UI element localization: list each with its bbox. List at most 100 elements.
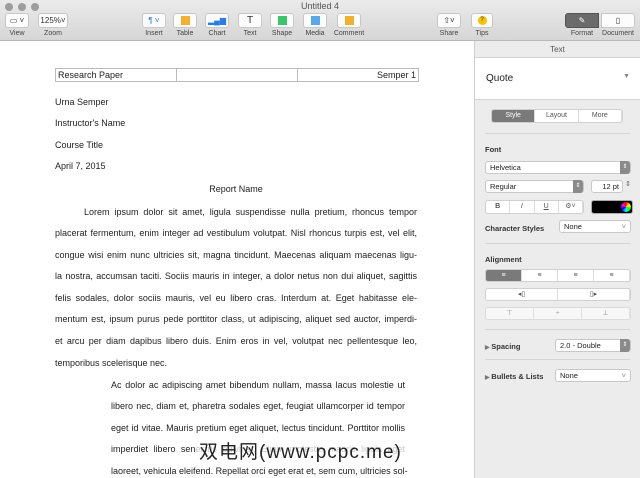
bullets-select[interactable]: None ˅ (555, 369, 631, 382)
paragraph-line[interactable]: la nostra, accumsan taciti. Sociis mauri… (55, 271, 417, 281)
underline-button[interactable]: U (535, 201, 559, 213)
document-button[interactable]: ▯ Document (599, 13, 637, 37)
chevron-down-icon: ▼ (623, 73, 630, 80)
divider (485, 329, 630, 330)
comment-button[interactable]: Comment (333, 13, 365, 37)
tab-style[interactable]: Style (492, 110, 536, 122)
media-button[interactable]: Media (303, 13, 327, 37)
vertical-alignment-buttons: ⊤ ÷ ⊥ (485, 307, 631, 320)
italic-button[interactable]: I (510, 201, 535, 213)
paragraph-line[interactable]: congue wisi enim nunc ultricies sit, mag… (55, 250, 417, 260)
chart-button[interactable]: ▂▄▆ Chart (205, 13, 229, 37)
shape-button[interactable]: Shape (270, 13, 294, 37)
font-size-field[interactable]: 12 pt (591, 180, 623, 193)
tips-button[interactable]: ? Tips (470, 13, 494, 37)
font-size-stepper[interactable]: ⇕ (625, 180, 631, 188)
page-header[interactable]: Research Paper Semper 1 (55, 68, 419, 82)
view-icon: ▭ ˅ (5, 13, 29, 28)
text-color-well[interactable] (591, 200, 633, 214)
typeface-value: Regular (490, 182, 517, 191)
tab-more[interactable]: More (579, 110, 622, 122)
author-name[interactable]: Urna Semper (55, 97, 109, 107)
typeface-select[interactable]: Regular ⇕ (485, 180, 584, 193)
paragraph-icon: ¶ ˅ (142, 13, 166, 28)
sidebar-tabs: Style Layout More (491, 109, 623, 123)
decrease-indent-button[interactable]: ◂▯ (486, 289, 558, 300)
character-styles-select[interactable]: None ˅ (559, 220, 631, 233)
indent-buttons: ◂▯ ▯▸ (485, 288, 631, 301)
paragraph-line[interactable]: felis sodales, dolor sociis mauris, vel … (55, 293, 417, 303)
character-styles-value: None (564, 222, 582, 231)
spacing-label[interactable]: ▶ Spacing (485, 342, 520, 351)
character-styles-label: Character Styles (485, 224, 545, 233)
justify-button[interactable]: ≡ (594, 270, 630, 281)
paragraph-line[interactable]: Lorem ipsum dolor sit amet, ligula suspe… (84, 207, 417, 217)
paragraph-line[interactable]: placerat fermentum, enim integer ad vest… (55, 228, 417, 238)
text-icon: T (238, 13, 262, 28)
view-button[interactable]: ▭ ˅ View (4, 13, 30, 37)
quote-line[interactable]: libero nec, diam et, pharetra sodales eg… (111, 401, 405, 411)
date[interactable]: April 7, 2015 (55, 161, 106, 171)
watermark: 双电网(www.pcpc.me) (195, 437, 406, 464)
tips-icon: ? (477, 16, 487, 25)
paragraph-style-popup[interactable]: Quote ▼ (475, 58, 640, 100)
align-right-button[interactable]: ≡ (558, 270, 594, 281)
divider (485, 243, 630, 244)
course-title[interactable]: Course Title (55, 140, 103, 150)
text-button[interactable]: T Text (238, 13, 262, 37)
chart-icon: ▂▄▆ (205, 13, 229, 28)
format-button[interactable]: ✎ Format (565, 13, 599, 37)
media-icon (310, 16, 320, 25)
align-top-button[interactable]: ⊤ (486, 308, 534, 319)
gear-icon[interactable]: ⚙˅ (559, 201, 583, 213)
share-button[interactable]: ⇧˅ Share (437, 13, 461, 37)
shape-icon (277, 16, 287, 25)
font-label: Font (485, 145, 502, 154)
stepper-icon: ⇕ (573, 180, 583, 193)
increase-indent-button[interactable]: ▯▸ (558, 289, 630, 300)
stepper-icon: ⇕ (620, 161, 630, 174)
font-family-select[interactable]: Helvetica ⇕ (485, 161, 631, 174)
header-left[interactable]: Research Paper (56, 69, 177, 81)
align-center-button[interactable]: ≡ (522, 270, 558, 281)
bold-button[interactable]: B (486, 201, 511, 213)
paragraph-style-value: Quote (486, 73, 514, 84)
paragraph-line[interactable]: temporibus scelerisque nec. (55, 358, 167, 368)
sidebar-tab-text[interactable]: Text (475, 41, 640, 58)
toolbar: Untitled 4 ▭ ˅ View 125% ˅ Zoom ¶ ˅ Insert T… (0, 0, 640, 41)
format-sidebar: Text Quote ▼ Style Layout More Font Helve… (474, 41, 640, 478)
report-title[interactable]: Report Name (55, 184, 417, 194)
alignment-buttons: ≡ ≡ ≡ ≡ (485, 269, 631, 282)
header-center[interactable] (177, 69, 298, 81)
divider (485, 359, 630, 360)
alignment-label: Alignment (485, 255, 522, 264)
table-icon (180, 16, 190, 25)
table-button[interactable]: Table (173, 13, 197, 37)
quote-line[interactable]: laoreet, vehicula eleifend. Repellat orc… (111, 466, 408, 476)
color-wheel-icon (621, 202, 631, 212)
zoom-button[interactable]: 125% ˅ Zoom (36, 13, 70, 37)
spacing-select[interactable]: 2.0 - Double ⇕ (555, 339, 631, 352)
align-middle-button[interactable]: ÷ (534, 308, 582, 319)
bullets-label[interactable]: ▶ Bullets & Lists (485, 372, 543, 381)
align-bottom-button[interactable]: ⊥ (582, 308, 630, 319)
tab-layout[interactable]: Layout (535, 110, 579, 122)
font-family-value: Helvetica (490, 163, 521, 172)
comment-icon (344, 16, 354, 25)
chevron-down-icon: ˅ (621, 222, 626, 231)
quote-line[interactable]: eget id vitae. Mauris pretium eget aliqu… (111, 423, 405, 433)
insert-button[interactable]: ¶ ˅ Insert (142, 13, 166, 37)
paragraph-line[interactable]: et arcu per diam dapibus libero duis. En… (55, 336, 417, 346)
zoom-value: 125% (40, 16, 61, 25)
window-title: Untitled 4 (300, 1, 340, 11)
instructor-name[interactable]: Instructor's Name (55, 118, 125, 128)
chevron-down-icon: ˅ (621, 371, 626, 380)
stepper-icon: ⇕ (620, 339, 630, 352)
align-left-button[interactable]: ≡ (486, 270, 522, 281)
header-right[interactable]: Semper 1 (298, 69, 418, 81)
share-icon: ⇧˅ (437, 13, 461, 28)
brush-icon: ✎ (565, 13, 599, 28)
quote-line[interactable]: Ac dolor ac adipiscing amet bibendum nul… (111, 380, 405, 390)
document-canvas[interactable]: Research Paper Semper 1 Urna Semper Inst… (0, 41, 474, 478)
paragraph-line[interactable]: mentum est, ipsum purus pede porttitor c… (55, 314, 417, 324)
